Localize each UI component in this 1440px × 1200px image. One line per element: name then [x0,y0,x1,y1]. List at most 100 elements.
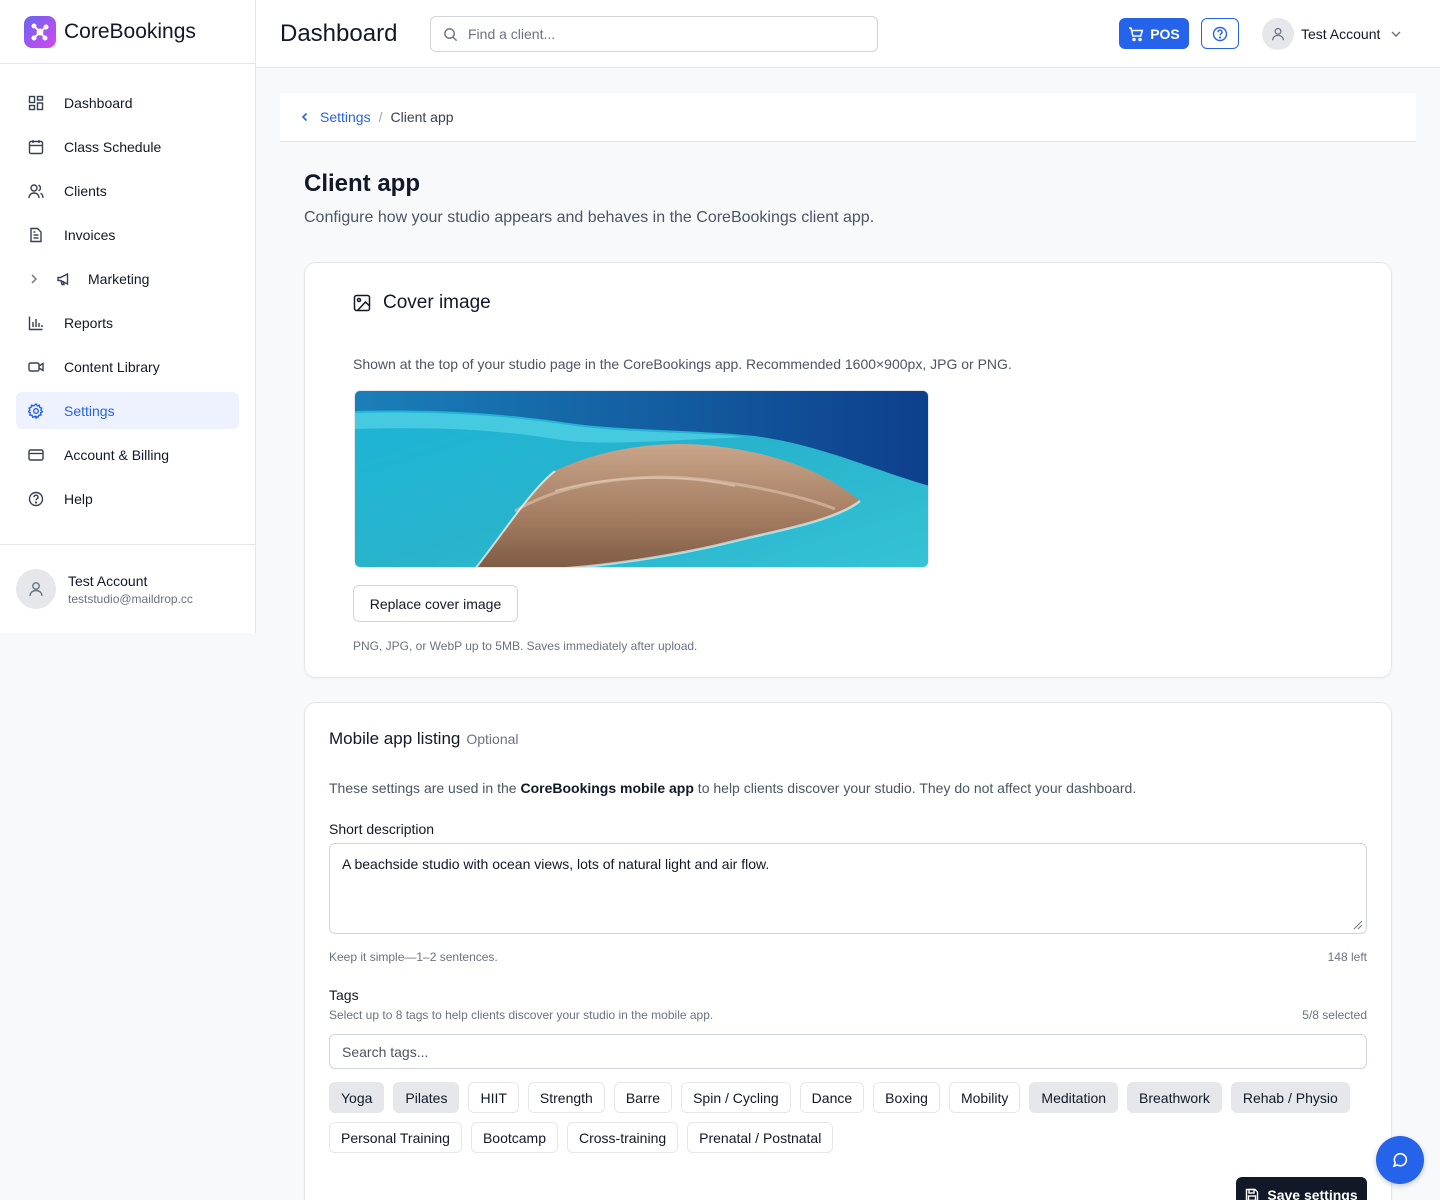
tags-label: Tags [329,987,359,1003]
short-description-hint: Keep it simple—1–2 sentences. [329,950,498,964]
listing-title-text: Mobile app listing [329,729,461,748]
sidebar-item-marketing[interactable]: Marketing [16,260,239,297]
tag-chip[interactable]: Barre [613,1082,673,1113]
sidebar-user-email: teststudio@maildrop.cc [68,591,193,606]
tag-search[interactable] [329,1034,1367,1069]
tag-chip[interactable]: Prenatal / Postnatal [687,1122,834,1153]
cart-icon [1129,26,1144,41]
brand-name: CoreBookings [64,19,196,43]
tag-chip[interactable]: Dance [799,1082,865,1113]
tag-list: Yoga Pilates HIIT Strength Barre Spin / Cycli… [329,1082,1369,1153]
tag-chip[interactable]: Rehab / Physio [1230,1082,1350,1113]
help-circle-icon [28,491,44,507]
sidebar-item-label: Dashboard [64,94,133,111]
tag-chip[interactable]: Meditation [1029,1082,1119,1113]
chevron-right-icon[interactable] [28,273,44,285]
avatar [1262,18,1294,50]
listing-desc-post: to help clients discover your studio. Th… [693,780,1137,796]
sidebar-item-account-billing[interactable]: Account & Billing [16,436,239,473]
chevron-left-icon [301,112,308,122]
sidebar-item-help[interactable]: Help [16,480,239,517]
sidebar-item-content-library[interactable]: Content Library [16,348,239,385]
cover-image-description: Shown at the top of your studio page in … [353,356,1012,372]
cover-image-hint: PNG, JPG, or WebP up to 5MB. Saves immed… [353,639,698,653]
calendar-icon [28,139,44,155]
replace-cover-image-button[interactable]: Replace cover image [353,585,518,622]
file-text-icon [28,227,44,243]
tags-count: 5/8 selected [1302,1008,1367,1022]
top-header: Dashboard POS Test Account [256,0,1440,68]
account-name: Test Account [1301,26,1381,42]
chevron-down-icon [1391,31,1401,37]
brand[interactable]: CoreBookings [0,0,255,64]
tag-chip[interactable]: Mobility [948,1082,1021,1113]
sidebar-item-label: Content Library [64,358,160,375]
tag-chip[interactable]: Boxing [873,1082,940,1113]
tag-chip[interactable]: Pilates [393,1082,460,1113]
breadcrumb: Settings / Client app [280,93,1416,142]
page-title: Client app [304,170,421,197]
tag-chip[interactable]: Spin / Cycling [681,1082,791,1113]
video-icon [28,359,44,375]
mobile-app-listing-card: Mobile app listing Optional These setting… [304,702,1392,1200]
sidebar-item-class-schedule[interactable]: Class Schedule [16,128,239,165]
chat-bubble-icon [1392,1152,1408,1168]
credit-card-icon [28,447,44,463]
header-title: Dashboard [280,20,398,47]
brand-logo-icon [24,15,56,48]
sidebar-user-name: Test Account [68,572,148,589]
help-button[interactable] [1201,18,1239,49]
sidebar-item-settings[interactable]: Settings [16,392,239,429]
sidebar-item-invoices[interactable]: Invoices [16,216,239,253]
cover-image-title-text: Cover image [383,292,491,313]
tag-chip[interactable]: Breathwork [1127,1082,1222,1113]
pos-label: POS [1150,25,1180,42]
short-description-field[interactable]: A beachside studio with ocean views, lot… [329,843,1367,934]
cover-image-title: Cover image [353,292,491,314]
listing-desc-pre: These settings are used in the [329,780,521,796]
breadcrumb-back-link[interactable]: Settings [300,109,371,125]
search-icon [444,27,458,41]
save-icon [1246,1188,1259,1200]
optional-badge: Optional [466,731,519,747]
pos-button[interactable]: POS [1119,18,1189,49]
image-icon [353,294,371,312]
sidebar-item-clients[interactable]: Clients [16,172,239,209]
chars-left-counter: 148 left [1327,950,1367,964]
save-settings-label: Save settings [1267,1187,1358,1200]
sidebar-item-label: Class Schedule [64,138,162,155]
dashboard-icon [28,95,44,111]
listing-description: These settings are used in the CoreBooki… [329,780,1136,796]
listing-desc-bold: CoreBookings mobile app [520,780,694,796]
sidebar-item-label: Reports [64,314,114,331]
breadcrumb-separator: / [378,109,383,125]
avatar [16,569,56,609]
tag-chip[interactable]: Strength [527,1082,605,1113]
tag-chip[interactable]: Personal Training [329,1122,462,1153]
short-description-value: A beachside studio with ocean views, lot… [342,856,770,872]
tag-chip[interactable]: Cross-training [567,1122,679,1153]
sidebar-item-label: Settings [64,402,115,419]
sidebar-item-reports[interactable]: Reports [16,304,239,341]
sidebar-user[interactable]: Test Account teststudio@maildrop.cc [0,544,255,633]
sidebar: CoreBookings Dashboard Class Schedule Cl… [0,0,256,633]
resize-handle-icon[interactable] [1353,920,1363,930]
tag-chip[interactable]: HIIT [468,1082,519,1113]
account-menu[interactable]: Test Account [1262,18,1402,50]
help-circle-icon [1212,26,1228,41]
client-search[interactable] [430,16,878,52]
megaphone-icon [56,271,72,287]
sidebar-nav: Dashboard Class Schedule Clients Invoice… [0,64,255,517]
user-icon [1272,27,1284,41]
chat-button[interactable] [1376,1136,1424,1184]
save-settings-button[interactable]: Save settings [1236,1177,1367,1200]
breadcrumb-parent[interactable]: Settings [320,109,371,125]
search-input[interactable] [468,26,848,42]
sidebar-item-label: Marketing [88,270,150,287]
sidebar-item-dashboard[interactable]: Dashboard [16,84,239,121]
tag-search-input[interactable] [342,1043,1342,1060]
page-subtitle: Configure how your studio appears and be… [304,209,875,226]
tag-chip[interactable]: Yoga [329,1082,385,1113]
tag-chip[interactable]: Bootcamp [470,1122,558,1153]
breadcrumb-current: Client app [390,109,454,125]
